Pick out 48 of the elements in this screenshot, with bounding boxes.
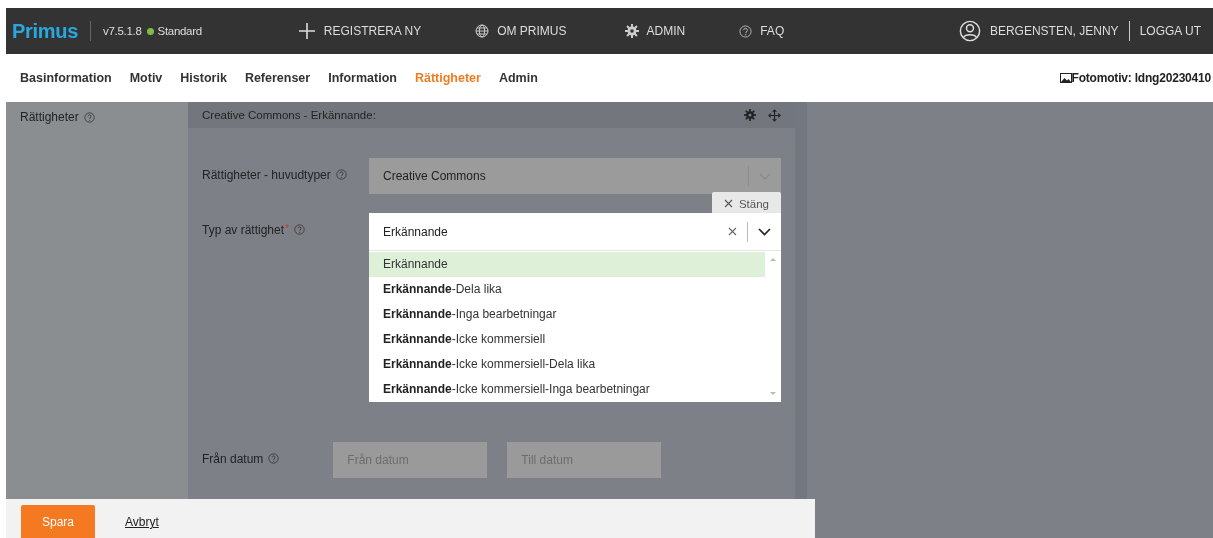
dropdown-option[interactable]: Erkännande-Icke kommersiell	[369, 327, 765, 352]
clear-icon[interactable]	[728, 227, 737, 236]
plus-icon	[297, 22, 316, 40]
dropdown-option[interactable]: Erkännande-Inga bearbetningar	[369, 302, 765, 327]
tab[interactable]: Information	[328, 71, 397, 85]
tab[interactable]: Admin	[498, 71, 538, 85]
settings-icon	[624, 24, 639, 38]
settings-icon[interactable]	[744, 109, 756, 121]
tab[interactable]: Basinformation	[20, 71, 112, 85]
field-label: Typ av rättighet*	[202, 223, 289, 237]
help-icon[interactable]	[293, 224, 305, 235]
logo[interactable]: Primus	[12, 19, 78, 43]
scroll-up-icon[interactable]	[770, 257, 776, 261]
close-icon	[723, 199, 733, 208]
section-label: Rättigheter	[20, 110, 79, 124]
cancel-link[interactable]: Avbryt	[125, 515, 159, 529]
dropdown-option[interactable]: Erkännande-Icke kommersiell-Inga bearbetningar	[369, 377, 765, 402]
menu-item[interactable]: OM PRIMUS	[475, 22, 567, 40]
record-title: Fotomotiv: ldng20230410	[1071, 71, 1211, 85]
globe-icon	[475, 24, 490, 38]
tab[interactable]: Referenser	[244, 71, 311, 85]
menu-item[interactable]: REGISTRERA NY	[297, 22, 422, 40]
image-icon	[1059, 73, 1072, 83]
select-field[interactable]: Erkännande	[369, 213, 781, 250]
menu-item[interactable]: ADMIN	[624, 22, 686, 40]
dropdown-option[interactable]: Erkännande	[369, 252, 765, 277]
version-label: v7.5.1.8	[103, 25, 142, 37]
chevron-down-icon	[758, 227, 771, 236]
panel-title: Creative Commons - Erkännande:	[202, 109, 376, 121]
dropdown-option[interactable]: Erkännande-Dela lika	[369, 277, 765, 302]
field-label: Rättigheter - huvudtyper	[202, 168, 331, 182]
dropdown-option[interactable]: Erkännande-Icke kommersiell-Dela lika	[369, 352, 765, 377]
help-icon	[739, 24, 753, 38]
help-icon[interactable]	[335, 169, 347, 180]
move-icon[interactable]	[768, 108, 781, 122]
field-label: Från datum	[202, 452, 264, 466]
user-name[interactable]: BERGENSTEN, JENNY	[989, 24, 1119, 38]
environment-label: Standard	[157, 25, 202, 37]
close-button[interactable]: Stäng	[711, 192, 781, 215]
scroll-down-icon[interactable]	[770, 392, 776, 396]
select-field[interactable]: Creative Commons	[369, 158, 781, 194]
logout-link[interactable]: LOGGA UT	[1139, 24, 1201, 38]
help-icon[interactable]	[268, 453, 280, 464]
menu-item[interactable]: FAQ	[739, 22, 785, 40]
user-icon[interactable]	[958, 20, 981, 42]
tab[interactable]: Motiv	[129, 71, 163, 85]
help-icon[interactable]	[83, 112, 95, 123]
tab[interactable]: Historik	[180, 71, 227, 85]
